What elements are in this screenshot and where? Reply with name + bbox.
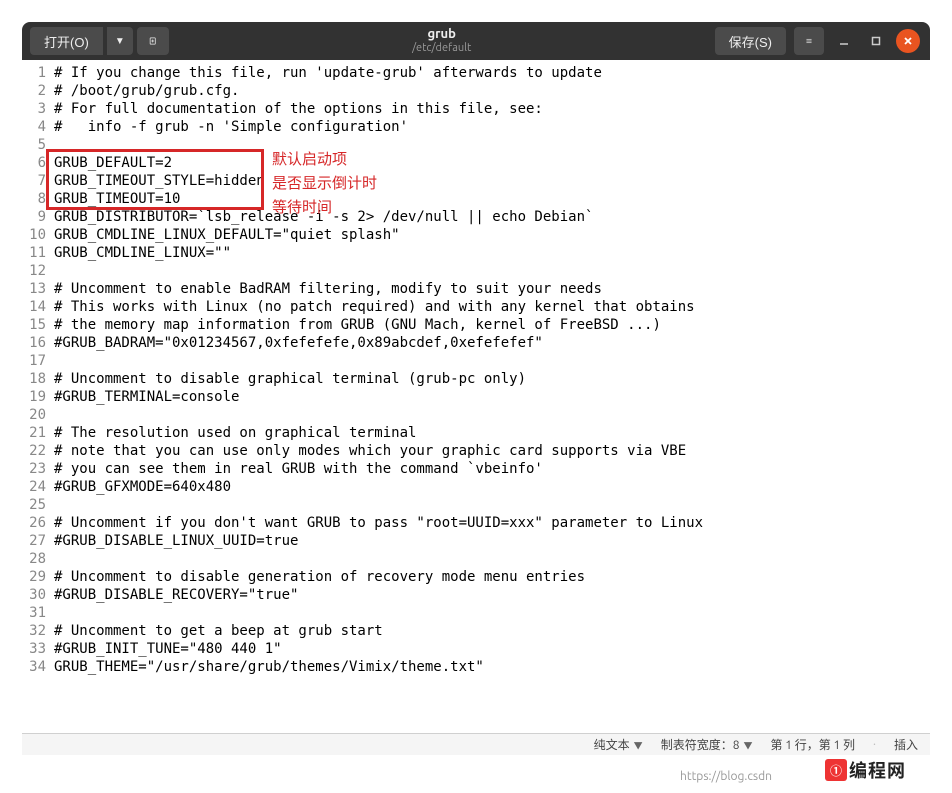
- syntax-mode-selector[interactable]: 纯文本▼: [594, 736, 643, 753]
- watermark-url: https://blog.csdn: [680, 770, 772, 783]
- window-maximize-button[interactable]: [864, 29, 888, 53]
- logo-text: 编程网: [849, 757, 906, 783]
- logo-badge: ①: [825, 759, 847, 781]
- new-document-icon: [149, 34, 157, 48]
- new-tab-button[interactable]: [137, 27, 169, 55]
- open-button[interactable]: 打开(O): [30, 27, 103, 55]
- cursor-position[interactable]: 第 1 行，第 1 列: [771, 736, 856, 753]
- window-subtitle: /etc/default: [169, 42, 715, 55]
- window-close-button[interactable]: [896, 29, 920, 53]
- chevron-down-icon: ▼: [634, 741, 643, 751]
- tab-width-selector[interactable]: 制表符宽度：8▼: [661, 736, 753, 753]
- window-minimize-button[interactable]: [832, 29, 856, 53]
- watermark-logo: ① 编程网: [825, 757, 906, 783]
- titlebar: 打开(O) ▼ grub /etc/default 保存(S): [22, 22, 930, 60]
- hamburger-menu-button[interactable]: [794, 27, 824, 55]
- editor-area[interactable]: 1 2 3 4 5 6 7 8 9 10 11 12 13 14 15 16 1…: [22, 60, 930, 733]
- line-number-gutter: 1 2 3 4 5 6 7 8 9 10 11 12 13 14 15 16 1…: [22, 60, 52, 733]
- open-dropdown-button[interactable]: ▼: [107, 27, 133, 55]
- maximize-icon: [871, 36, 881, 46]
- save-button[interactable]: 保存(S): [715, 27, 786, 55]
- code-content[interactable]: # If you change this file, run 'update-g…: [52, 60, 930, 733]
- hamburger-icon: [806, 35, 812, 47]
- insert-mode[interactable]: 插入: [894, 736, 918, 753]
- minimize-icon: [839, 36, 849, 46]
- chevron-down-icon: ▼: [743, 741, 752, 751]
- window-title: grub: [169, 27, 715, 42]
- statusbar: 纯文本▼ 制表符宽度：8▼ 第 1 行，第 1 列 · 插入: [22, 733, 930, 755]
- close-icon: [903, 36, 913, 46]
